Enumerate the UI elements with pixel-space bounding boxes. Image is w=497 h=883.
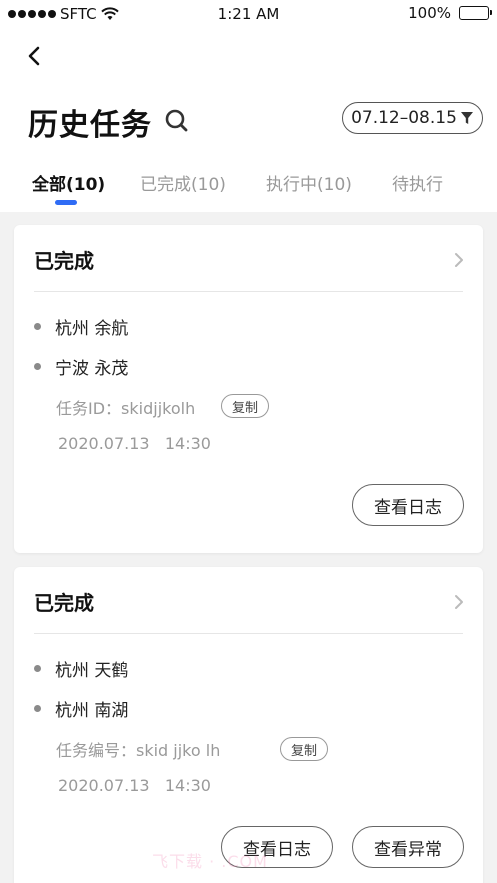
- page-title: 历史任务: [28, 108, 152, 143]
- location-text: 杭州 天鹤: [55, 661, 129, 681]
- date-range-filter[interactable]: 07.12–08.15: [342, 102, 483, 134]
- task-id: 任务编号：skid jjko lh: [56, 741, 221, 760]
- status-right: 100%: [408, 4, 492, 22]
- location-text: 杭州 余航: [55, 319, 129, 339]
- date-range-label: 07.12–08.15: [351, 108, 457, 128]
- view-exception-button[interactable]: 查看异常: [352, 826, 464, 868]
- location-item: 杭州 天鹤: [34, 656, 128, 681]
- tab-pending[interactable]: 待执行: [392, 170, 443, 195]
- battery-percent: 100%: [408, 4, 451, 22]
- bullet-icon: [34, 705, 41, 712]
- tab-all[interactable]: 全部(10): [32, 170, 105, 195]
- card-divider: [34, 291, 463, 292]
- status-bar: SFTC 1:21 AM 100%: [0, 0, 497, 30]
- location-text: 杭州 南湖: [55, 701, 129, 721]
- location-text: 宁波 永茂: [55, 359, 129, 379]
- bullet-icon: [34, 665, 41, 672]
- view-log-button[interactable]: 查看日志: [352, 484, 464, 526]
- location-item: 宁波 永茂: [34, 354, 128, 379]
- chevron-right-icon[interactable]: [453, 593, 465, 611]
- card-status: 已完成: [34, 591, 94, 615]
- bullet-icon: [34, 363, 41, 370]
- filter-icon: [460, 112, 473, 124]
- battery-icon: [459, 6, 492, 20]
- bullet-icon: [34, 323, 41, 330]
- card-divider: [34, 633, 463, 634]
- card-status: 已完成: [34, 249, 94, 273]
- header: SFTC 1:21 AM 100% 历史任务 07.12–08.15 全部(10…: [0, 0, 497, 212]
- back-chevron-icon[interactable]: [20, 40, 48, 72]
- task-time: 2020.07.13 14:30: [58, 434, 211, 453]
- task-time: 2020.07.13 14:30: [58, 776, 211, 795]
- task-card[interactable]: 已完成 杭州 天鹤 杭州 南湖 任务编号：skid jjko lh 复制 202…: [14, 567, 483, 883]
- task-id: 任务ID：skidjjkolh: [56, 399, 196, 418]
- copy-button[interactable]: 复制: [280, 737, 329, 761]
- watermark: 飞下载 · .COM: [152, 852, 268, 871]
- location-item: 杭州 南湖: [34, 696, 128, 721]
- active-tab-indicator: [55, 200, 77, 205]
- location-item: 杭州 余航: [34, 314, 128, 339]
- tab-in-progress[interactable]: 执行中(10): [266, 170, 352, 195]
- search-icon[interactable]: [164, 108, 190, 134]
- chevron-right-icon[interactable]: [453, 251, 465, 269]
- tab-completed[interactable]: 已完成(10): [140, 170, 226, 195]
- task-card[interactable]: 已完成 杭州 余航 宁波 永茂 任务ID：skidjjkolh 复制 2020.…: [14, 225, 483, 553]
- copy-button[interactable]: 复制: [221, 394, 270, 418]
